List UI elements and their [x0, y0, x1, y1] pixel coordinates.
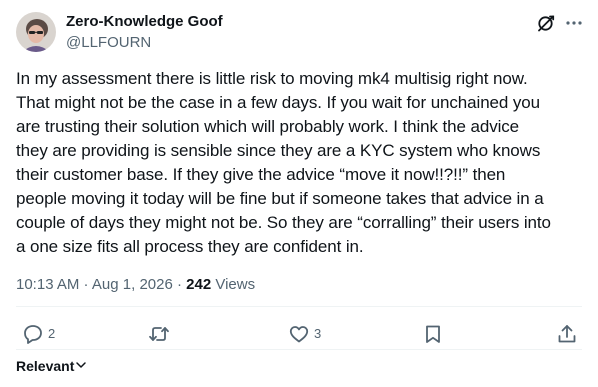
tweet: Zero-Knowledge Goof @LLFOURN In my asses… [0, 0, 598, 387]
meta-separator: · [172, 276, 187, 293]
tweet-line: That might not be the case in a few days… [16, 93, 540, 112]
avatar[interactable] [16, 12, 56, 52]
author-handle[interactable]: @LLFOURN [66, 33, 151, 53]
views-count: 242 [186, 276, 212, 293]
action-bar: 2 3 [0, 318, 598, 350]
meta-separator: · [79, 276, 92, 293]
tweet-text: In my assessment there is little risk to… [16, 67, 588, 259]
bookmark-icon [422, 323, 444, 345]
more-icon[interactable] [564, 13, 584, 33]
chevron-down-icon [75, 356, 87, 376]
views-label: Views [211, 276, 256, 293]
tweet-line: they are providing is sensible since the… [16, 141, 541, 160]
tweet-meta: 10:13 AM · Aug 1, 2026 · 242 Views [16, 275, 255, 295]
retweet-icon [148, 323, 170, 345]
tweet-line: a one size fits all process they are con… [16, 237, 364, 256]
author-name[interactable]: Zero-Knowledge Goof [66, 12, 223, 32]
like-icon [288, 323, 310, 345]
like-count: 3 [314, 326, 322, 341]
tweet-line: are trusting their solution which will p… [16, 117, 520, 136]
reply-button[interactable]: 2 [22, 318, 55, 350]
reply-icon [22, 323, 44, 345]
tweet-time[interactable]: 10:13 AM [16, 276, 79, 293]
reply-count: 2 [48, 326, 56, 341]
sort-label: Relevant [16, 358, 75, 374]
tweet-line: In my assessment there is little risk to… [16, 69, 528, 88]
retweet-button[interactable] [148, 318, 170, 350]
divider [16, 306, 582, 307]
grok-icon[interactable] [536, 13, 556, 33]
divider [16, 349, 582, 350]
sort-replies-button[interactable]: Relevant [16, 356, 87, 376]
tweet-line: people moving it today will be fine but … [16, 189, 544, 208]
tweet-date[interactable]: Aug 1, 2026 [92, 276, 173, 293]
bookmark-button[interactable] [422, 318, 444, 350]
like-button[interactable]: 3 [288, 318, 321, 350]
tweet-line: their customer base. If they give the ad… [16, 165, 506, 184]
tweet-line: couple of days they might not be. So the… [16, 213, 551, 232]
share-icon [556, 323, 578, 345]
share-button[interactable] [556, 318, 578, 350]
